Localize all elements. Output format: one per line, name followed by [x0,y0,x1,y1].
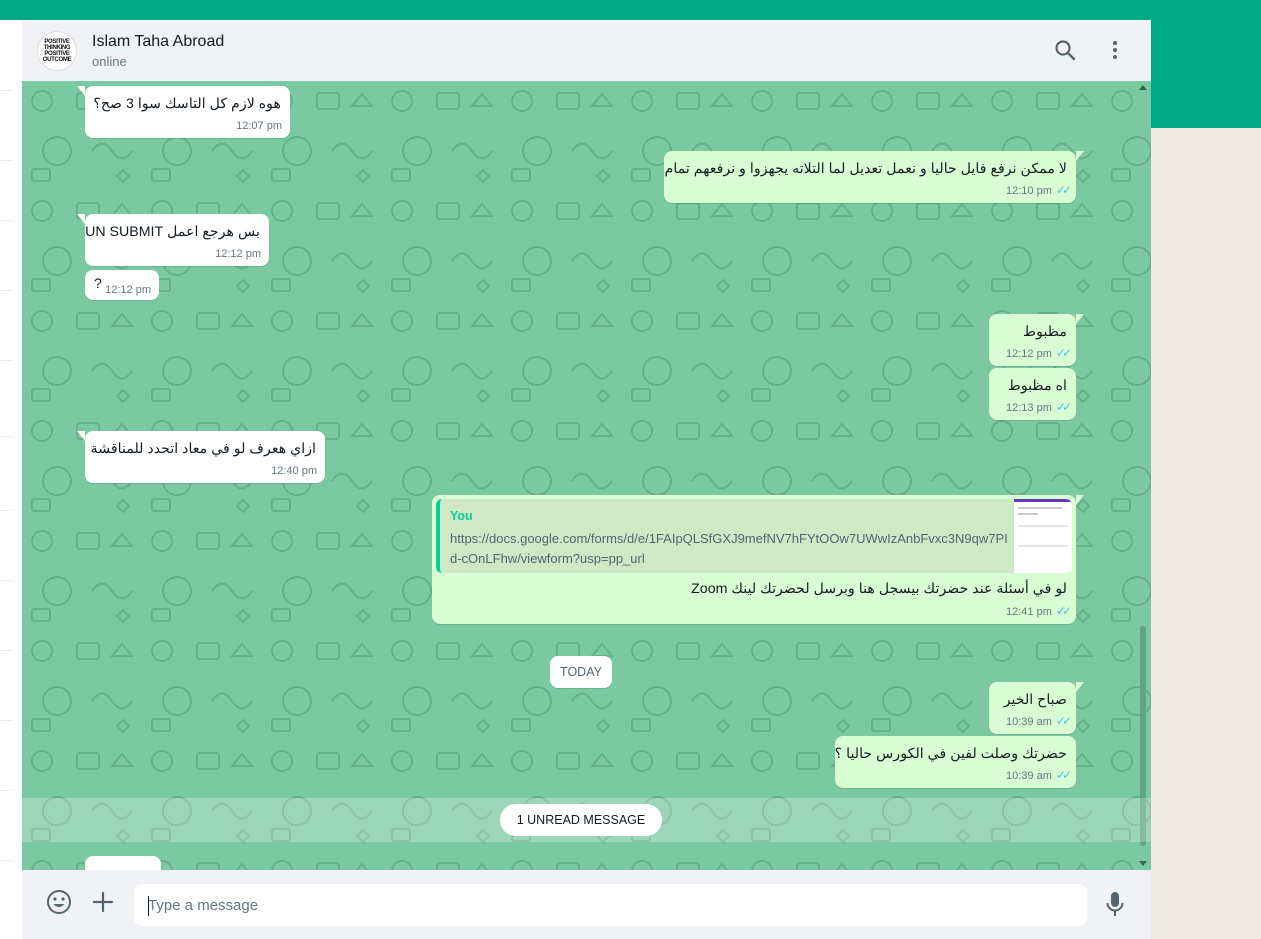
scroll-down-arrow[interactable] [1139,861,1147,866]
message-outgoing-with-link[interactable]: You https://docs.google.com/forms/d/e/1F… [432,495,1084,624]
message-text: ? [94,276,102,292]
message-list[interactable]: هوه لازم كل التاسك سوا 3 صح؟ 12:07 pm لا… [22,81,1151,870]
right-brand-band [1151,20,1261,128]
read-ticks-icon: ✓✓ [1055,346,1072,360]
unread-divider: 1 UNREAD MESSAGE [500,804,662,836]
message-meta: 12:13 pm ✓✓ [1006,400,1072,414]
message-incoming[interactable]: ازاي هعرف لو في معاد اتحدد للمناقشة 12:4… [77,431,325,483]
message-text: بس هرجع اعمل UN SUBMIT [85,224,260,240]
message-incoming[interactable]: ? 12:12 pm [85,270,159,300]
message-text: لا ممكن نرفع فايل حاليا و نعمل تعديل لما… [664,161,1067,177]
message-incoming-partial[interactable] [85,856,161,870]
message-time: 12:13 pm [1006,402,1052,414]
quote-author: You [450,509,473,523]
message-meta: 12:41 pm ✓✓ [1006,604,1072,618]
message-meta: 12:10 pm ✓✓ [1006,183,1072,197]
message-outgoing[interactable]: لا ممكن نرفع فايل حاليا و نعمل تعديل لما… [664,151,1084,203]
message-time: 10:39 am [1006,716,1052,728]
search-icon[interactable] [1053,38,1077,62]
plus-icon[interactable] [91,890,115,914]
emoji-icon[interactable] [46,889,72,915]
message-text: لو في أسئلة عند حضرتك بيسجل هنا وبرسل لح… [691,581,1067,597]
message-time: 12:12 pm [1006,348,1052,360]
message-time: 10:39 am [1006,770,1052,782]
scroll-up-arrow[interactable] [1139,85,1147,90]
right-background [1151,128,1261,939]
message-text: اه مظبوط [1007,378,1067,394]
message-composer [22,870,1151,939]
quoted-link-preview[interactable]: You https://docs.google.com/forms/d/e/1F… [436,499,1072,573]
form-thumbnail [1014,499,1072,573]
read-ticks-icon: ✓✓ [1055,768,1072,782]
message-outgoing[interactable]: حضرتك وصلت لفين في الكورس حاليا ؟ 10:39 … [835,736,1076,788]
message-time: 12:07 pm [236,120,282,132]
message-text: حضرتك وصلت لفين في الكورس حاليا ؟ [834,746,1067,762]
message-incoming[interactable]: هوه لازم كل التاسك سوا 3 صح؟ 12:07 pm [77,86,290,138]
quote-url[interactable]: https://docs.google.com/forms/d/e/1FAIpQ… [450,529,1010,569]
contact-status: online [92,54,127,69]
avatar[interactable]: POSITIVE THINKING POSITIVE OUTCOME [37,31,77,71]
message-time: 12:12 pm [105,284,151,296]
message-meta: 10:39 am ✓✓ [1006,714,1072,728]
message-meta: 10:39 am ✓✓ [1006,768,1072,782]
chat-header[interactable]: POSITIVE THINKING POSITIVE OUTCOME Islam… [22,20,1151,82]
microphone-icon[interactable] [1103,890,1127,918]
message-input[interactable] [134,884,1087,926]
message-time: 12:40 pm [271,465,317,477]
read-ticks-icon: ✓✓ [1055,714,1072,728]
avatar-text: OUTCOME [42,57,72,63]
message-meta: 12:12 pm ✓✓ [1006,346,1072,360]
chat-window: POSITIVE THINKING POSITIVE OUTCOME Islam… [22,20,1151,939]
top-brand-band [0,0,1261,20]
read-ticks-icon: ✓✓ [1055,183,1072,197]
message-text: ازاي هعرف لو في معاد اتحدد للمناقشة [90,441,316,457]
message-outgoing[interactable]: اه مظبوط 12:13 pm ✓✓ [989,368,1076,420]
message-incoming[interactable]: بس هرجع اعمل UN SUBMIT 12:12 pm [77,214,269,266]
read-ticks-icon: ✓✓ [1055,604,1072,618]
chat-list-edge[interactable] [0,20,23,939]
message-time: 12:10 pm [1006,185,1052,197]
message-text: صباح الخير [1003,692,1067,708]
message-outgoing[interactable]: صباح الخير 10:39 am ✓✓ [989,682,1084,734]
date-divider: TODAY [550,656,612,688]
message-text: هوه لازم كل التاسك سوا 3 صح؟ [93,96,281,112]
read-ticks-icon: ✓✓ [1055,400,1072,414]
message-text: مظبوط [1023,324,1067,340]
message-outgoing[interactable]: مظبوط 12:12 pm ✓✓ [989,314,1084,366]
contact-name[interactable]: Islam Taha Abroad [92,33,224,51]
message-time: 12:41 pm [1006,606,1052,618]
message-time: 12:12 pm [215,248,261,260]
text-caret [148,896,149,916]
menu-dots-icon[interactable] [1103,38,1127,62]
